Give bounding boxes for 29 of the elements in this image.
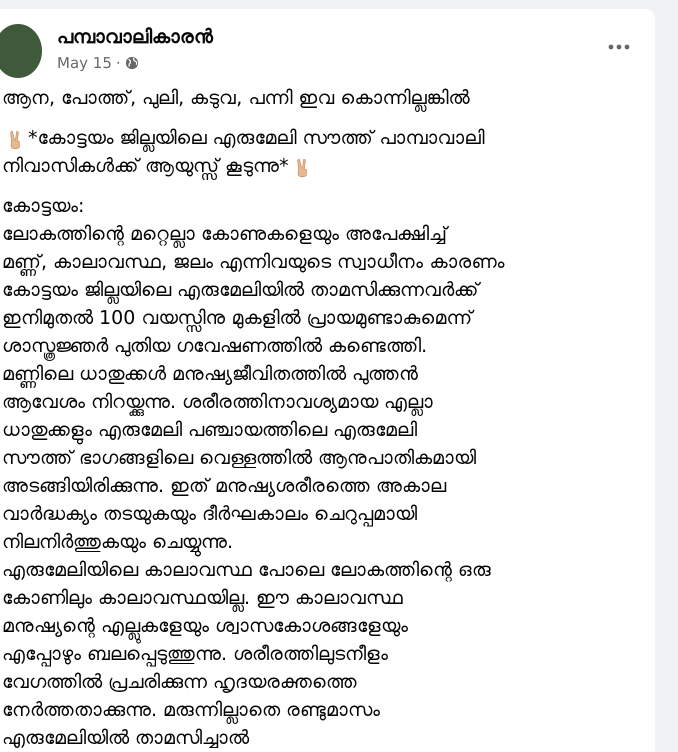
post-text-line: വേഗത്തിൽ പ്രചരിക്കുന്ന ഹൃദയരക്തത്തെ	[2, 670, 358, 695]
post-text-line: അടങ്ങിയിരിക്കുന്നു. ഇത് മനുഷ്യശരീരത്തെ അകാല	[2, 474, 446, 499]
post-text-line: കോട്ടയം:	[2, 194, 84, 219]
post-text-line: കോണിലും കാലാവസ്ഥയില്ല. ഈ കാലാവസ്ഥ	[2, 586, 404, 614]
post-text-line: ആന, പോത്ത്, പുലി, കടുവ, പന്നി ഇവ കൊന്നില്ലങ്കിൽ	[2, 86, 470, 114]
post-text-line: മനുഷ്യന്റെ എല്ലുകളേയും ശ്വാസകോശങ്ങളേയും	[2, 614, 408, 642]
post-text-line: ശാസ്ത്രജ്ഞർ പുതിയ ഗവേഷണത്തിൽ കണ്ടെത്തി.	[2, 334, 428, 362]
post-text-line: സൗത്ത് ഭാഗങ്ങളിലെ വെള്ളത്തിൽ ആനുപാതികമായി	[2, 446, 476, 471]
post-text-line: വാർദ്ധക്യം തടയുകയും ദീർഘകാലം ചെറുപ്പമായി	[2, 502, 418, 528]
post-text-line: *കോട്ടയം ജില്ലയിലെ എരുമേലി സൗത്ത് പാമ്പാവാലി	[28, 126, 485, 154]
post-text-line: ലോകത്തിന്റെ മറ്റെല്ലാ കോണുകളെയും അപേക്ഷിച്ച്	[2, 222, 448, 250]
avatar-photo-placeholder[interactable]	[0, 24, 42, 78]
post-text-line: എരുമേലിയിൽ താമസിച്ചാൽ	[2, 726, 250, 751]
author-name[interactable]: പമ്പാവാലികാരൻ	[57, 24, 608, 50]
separator-dot: ·	[116, 54, 121, 72]
post-text-line: മണ്ണ്, കാലാവസ്ഥ, ജലം എന്നിവയുടെ സ്വാധീനം കാരണം	[2, 250, 504, 278]
post-text-line: ആവേശം നിറയ്ക്കുന്നു. ശരീരത്തിനാവശ്യമായ എല്ലാ	[2, 390, 434, 418]
post-text-line: എപ്പോഴും ബലപ്പെടുത്തുന്നു. ശരീരത്തിലുടനീളം	[2, 643, 388, 668]
post-text-line: എരുമേലിയിലെ കാലാവസ്ഥ പോലെ ലോകത്തിന്റെ ഒരു	[2, 558, 492, 584]
more-options-icon[interactable]	[608, 44, 630, 50]
post-text-line: നിലനിർത്തുകയും ചെയ്യുന്നു.	[2, 530, 234, 558]
post-text-line: മണ്ണിലെ ധാതുക്കൾ മനുഷ്യജീവിതത്തിൽ പുത്തൻ	[2, 362, 418, 390]
post-text-line: ധാതുക്കളും എരുമേലി പഞ്ചായത്തിലെ എരുമേലി	[2, 418, 418, 446]
globe-icon	[124, 56, 139, 70]
post-text-line: നിവാസികൾക്ക് ആയുസ്സ് കൂടുന്നു*	[2, 154, 289, 182]
post-date[interactable]: May 15	[57, 54, 112, 72]
post-text-line: നേർത്തതാക്കുന്നു. മരുന്നില്ലാതെ രണ്ടുമാസം	[2, 698, 380, 726]
post-text-line: കോട്ടയം ജില്ലയിലെ എരുമേലിയിൽ താമസിക്കുന്നവർക്ക്	[2, 278, 480, 306]
post-text-line: ഇനിമുതൽ 100 വയസ്സിനു മുകളിൽ പ്രായമുണ്ടാകുമെന്ന്	[2, 306, 472, 334]
